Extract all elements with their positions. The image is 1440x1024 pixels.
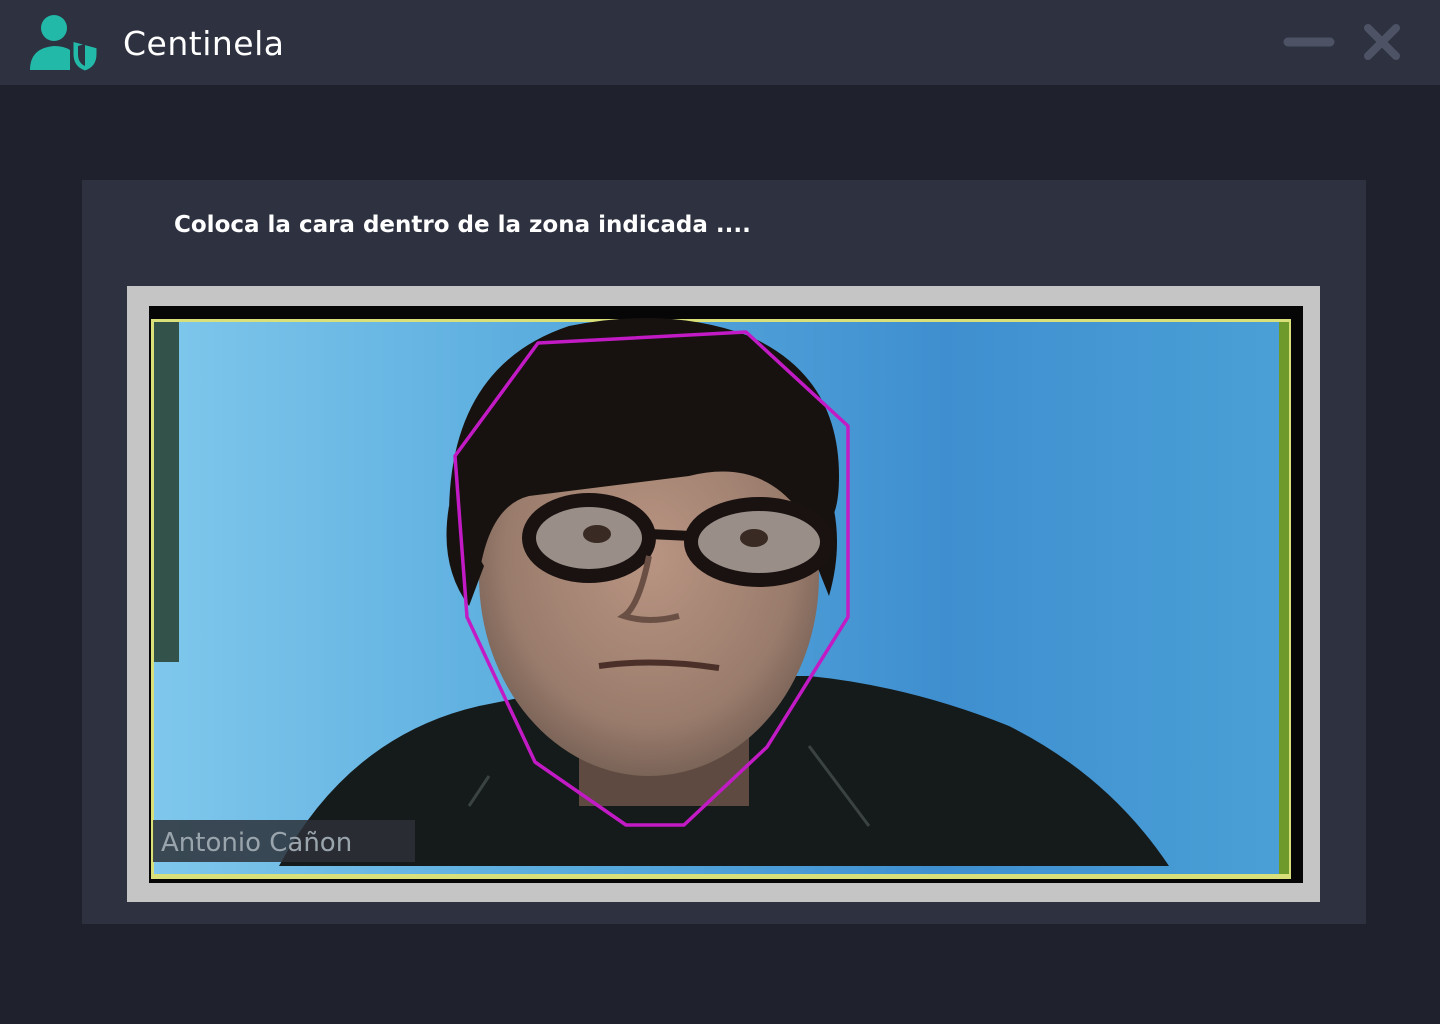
minimize-button[interactable] — [1280, 24, 1338, 60]
camera-image: Antonio Cañon — [149, 306, 1303, 883]
participant-name: Antonio Cañon — [161, 828, 352, 858]
video-frame: Antonio Cañon — [127, 286, 1320, 902]
instruction-text: Coloca la cara dentro de la zona indicad… — [174, 212, 751, 238]
close-button[interactable] — [1358, 18, 1406, 66]
camera-feed: Antonio Cañon — [149, 306, 1303, 883]
app-title: Centinela — [123, 24, 285, 63]
close-icon — [1364, 24, 1400, 60]
minimize-icon — [1283, 37, 1335, 47]
title-bar: Centinela — [0, 0, 1440, 85]
user-shield-icon — [30, 15, 100, 72]
capture-panel: Coloca la cara dentro de la zona indicad… — [82, 180, 1366, 924]
